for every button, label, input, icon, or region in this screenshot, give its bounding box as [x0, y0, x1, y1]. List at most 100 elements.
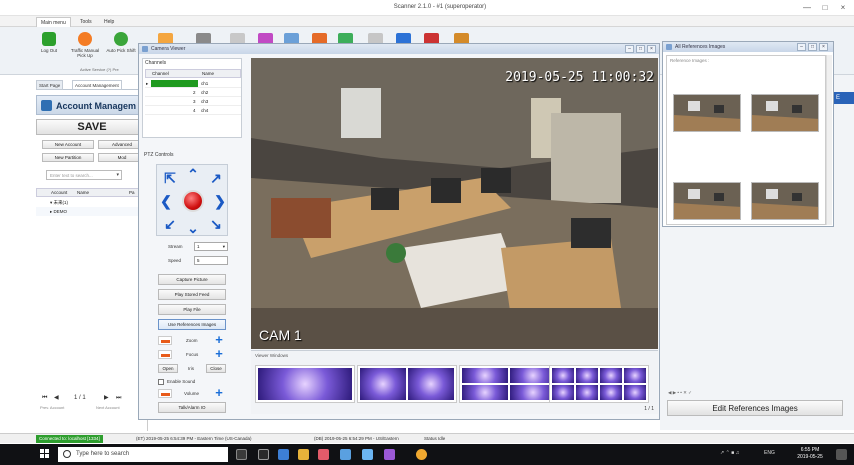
tab-tools[interactable]: Tools: [76, 17, 96, 27]
zoom-out-icon[interactable]: [158, 336, 172, 345]
volume-down-icon[interactable]: [158, 389, 172, 398]
notification-icon[interactable]: [836, 449, 847, 460]
camera-video-feed[interactable]: 2019-05-25 11:00:32 CAM 1: [251, 58, 658, 349]
pan-up-icon[interactable]: ⌃: [186, 167, 200, 181]
prev-page-icon[interactable]: ◀: [54, 393, 59, 403]
language-indicator[interactable]: ENG: [764, 450, 775, 456]
app-icon[interactable]: [362, 449, 373, 460]
last-page-icon[interactable]: ⏭: [116, 393, 121, 403]
ptz-stop-icon[interactable]: [184, 192, 202, 210]
status-time-et: (ET) 2019-05-25 6:54:39 PM - Eastern Tim…: [136, 436, 252, 441]
pan-down-right-icon[interactable]: ↘: [209, 217, 223, 231]
pan-down-left-icon[interactable]: ↙: [163, 217, 177, 231]
file-explorer-icon[interactable]: [298, 449, 309, 460]
table-row[interactable]: ▸ DEMO: [36, 207, 148, 216]
iris-open-button[interactable]: Open: [158, 364, 178, 373]
vs-icon[interactable]: [384, 449, 395, 460]
tab-account-management[interactable]: Account Management: [72, 80, 122, 90]
channel-row[interactable]: 3 ch3: [145, 97, 241, 106]
volume-up-icon[interactable]: +: [212, 386, 226, 399]
log-out-button[interactable]: Log Out: [32, 30, 66, 68]
auto-pick-button[interactable]: Auto Pick Shift: [104, 30, 138, 68]
edit-references-button[interactable]: Edit References Images: [667, 400, 843, 416]
layout-1x1-thumb[interactable]: [255, 365, 355, 403]
references-titlebar[interactable]: All References Images – □ ×: [663, 42, 833, 52]
stream-select[interactable]: 1 ▾: [194, 242, 228, 251]
clock-date: 2019-05-25: [797, 454, 823, 460]
panel-tabs: Start Page Account Management: [36, 80, 148, 90]
reference-image[interactable]: [673, 182, 741, 220]
task-view-icon[interactable]: [258, 449, 269, 460]
focus-out-icon[interactable]: [158, 350, 172, 359]
side-tab[interactable]: E: [834, 92, 854, 104]
references-title: All References Images: [675, 44, 726, 50]
col-account[interactable]: Account: [51, 189, 67, 197]
enable-sound-checkbox[interactable]: [158, 379, 164, 385]
col-name[interactable]: Name: [77, 189, 89, 197]
pan-left-icon[interactable]: ❮: [159, 194, 173, 208]
use-references-images-button[interactable]: Use References Images: [158, 319, 226, 330]
play-stored-feed-button[interactable]: Play Stored Feed: [158, 289, 226, 300]
col-partition[interactable]: Pa: [129, 189, 135, 197]
ptz-caption: PTZ Controls: [144, 152, 174, 158]
pan-right-icon[interactable]: ❯: [213, 194, 227, 208]
pan-down-icon[interactable]: ⌄: [186, 221, 200, 235]
stream-label: Stream: [168, 244, 183, 249]
camera-viewer-titlebar[interactable]: Camera Viewer – □ ×: [139, 44, 659, 54]
search-input[interactable]: Enter text to search... ▾: [46, 170, 122, 180]
prev-account-link[interactable]: Prev. Account: [40, 405, 64, 410]
maximize-icon[interactable]: □: [808, 43, 817, 51]
store-icon[interactable]: [318, 449, 329, 460]
minimize-icon[interactable]: —: [800, 3, 814, 13]
mail-icon[interactable]: [340, 449, 351, 460]
references-scrollbar[interactable]: [826, 55, 832, 225]
play-file-button[interactable]: Play File: [158, 304, 226, 315]
chevron-down-icon[interactable]: ▾: [116, 171, 119, 180]
channel-row[interactable]: 4 ch4: [145, 106, 241, 115]
next-account-link[interactable]: Next Account: [96, 405, 120, 410]
new-partition-button[interactable]: New Partition: [42, 153, 94, 162]
reference-image[interactable]: [751, 182, 819, 220]
next-page-icon[interactable]: ▶: [104, 393, 109, 403]
maximize-icon[interactable]: □: [636, 45, 645, 53]
pan-up-right-icon[interactable]: ↗: [209, 171, 223, 185]
layout-2x2-thumb[interactable]: [459, 365, 559, 403]
edge-icon[interactable]: [278, 449, 289, 460]
iris-close-button[interactable]: Close: [206, 364, 226, 373]
maximize-icon[interactable]: □: [818, 3, 832, 13]
channel-row[interactable]: ▸ ch1: [145, 79, 241, 88]
new-account-button[interactable]: New Account: [42, 140, 94, 149]
traffic-pickup-button[interactable]: Traffic Manual Pick Up: [68, 30, 102, 68]
microphone-icon[interactable]: [236, 449, 247, 460]
col-channel: Channel: [152, 71, 169, 76]
reference-image[interactable]: [751, 94, 819, 132]
talk-alarm-button[interactable]: Talk/Alarm IO: [158, 402, 226, 413]
tab-start-page[interactable]: Start Page: [36, 80, 64, 90]
close-icon[interactable]: ×: [836, 3, 850, 13]
speed-input[interactable]: 5: [194, 256, 228, 265]
channel-active-indicator: [151, 80, 198, 87]
channel-row[interactable]: 2 ch2: [145, 88, 241, 97]
minimize-icon[interactable]: –: [625, 45, 634, 53]
tab-help[interactable]: Help: [100, 17, 118, 27]
minimize-icon[interactable]: –: [797, 43, 806, 51]
pan-up-left-icon[interactable]: ⇱: [163, 171, 177, 185]
taskbar-clock[interactable]: 6:55 PM 2019-05-25: [792, 447, 828, 461]
table-row[interactable]: ▾ 未来(1): [36, 198, 148, 207]
first-page-icon[interactable]: ⏮: [42, 393, 47, 403]
capture-picture-button[interactable]: Capture Picture: [158, 274, 226, 285]
layout-1x2-thumb[interactable]: [357, 365, 457, 403]
zoom-in-icon[interactable]: +: [212, 333, 226, 346]
close-icon[interactable]: ×: [647, 45, 656, 53]
focus-in-icon[interactable]: +: [212, 347, 226, 360]
close-icon[interactable]: ×: [819, 43, 828, 51]
tab-main-menu[interactable]: Main menu: [36, 17, 71, 27]
save-button[interactable]: SAVE: [36, 119, 148, 135]
page-title: Account Managem: [56, 101, 137, 111]
scanner-app-icon[interactable]: [416, 449, 427, 460]
layout-2x4-thumb[interactable]: [549, 365, 649, 403]
tray-icons[interactable]: ↗ ⌃ ■ ♫: [720, 450, 739, 456]
reference-image[interactable]: [673, 94, 741, 132]
taskbar-search-input[interactable]: Type here to search: [58, 447, 228, 462]
windows-start-icon[interactable]: [40, 449, 50, 459]
